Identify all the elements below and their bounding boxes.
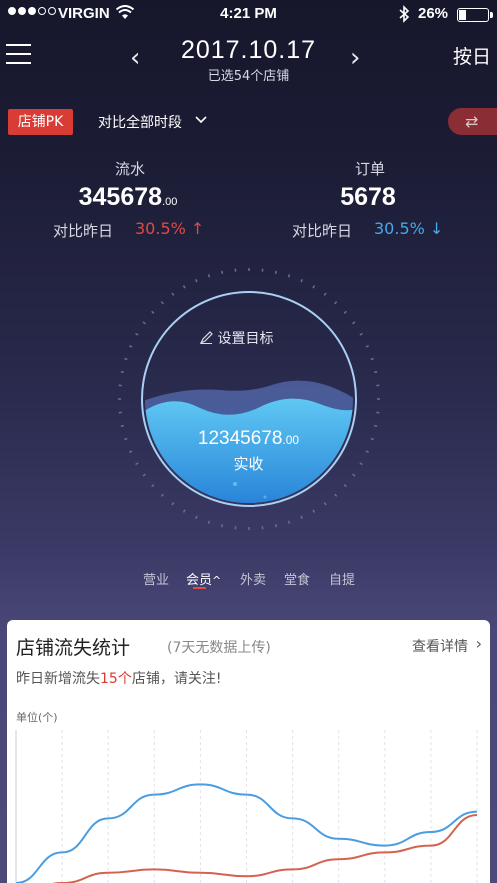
gauge-tick (312, 509, 316, 513)
gauge-tick (142, 321, 146, 325)
gauge-tick (287, 520, 291, 524)
actual-revenue-label: 实收 (233, 455, 264, 473)
chart-series-line-1 (52, 814, 478, 883)
battery-tip (490, 12, 493, 18)
gauge-tick (370, 437, 374, 441)
gauge-tick (171, 502, 175, 506)
gauge-tick (195, 515, 198, 519)
flow-value: 345678.00 (78, 183, 178, 211)
gauge-tick (300, 515, 303, 519)
gauge-tick (300, 279, 303, 283)
gauge-tick (124, 437, 128, 441)
target-gauge[interactable] (100, 262, 400, 562)
gauge-tick (182, 285, 186, 289)
gauge-tick (365, 345, 369, 348)
gauge-tick (274, 270, 277, 274)
gauge-tick (352, 473, 356, 477)
gauge-tick (359, 332, 363, 336)
gauge-tick (207, 520, 211, 524)
gauge-tick (171, 292, 175, 296)
gauge-tick (359, 462, 363, 466)
active-tab-indicator (193, 587, 206, 589)
gauge-tick (207, 274, 211, 278)
gauge-tick (142, 473, 146, 477)
arrow-down-icon: ↓ (429, 219, 444, 238)
store-pk-button[interactable]: 店铺PK (8, 109, 73, 135)
gauge-tick (120, 371, 124, 374)
chevron-up-icon: ^ (212, 574, 222, 587)
gauge-tick (365, 450, 369, 453)
by-day-button[interactable]: 按日 (453, 42, 491, 69)
gauge-tick (151, 484, 155, 488)
gauge-tick (160, 301, 164, 305)
compare-period-dropdown[interactable]: 对比全部时段 (98, 112, 182, 132)
gauge-tick (334, 493, 338, 497)
card-note: (7天无数据上传) (167, 640, 271, 656)
gauge-tick (323, 502, 327, 506)
loss-alert-text: 昨日新增流失15个店铺，请关注! (16, 671, 222, 687)
gauge-tick (135, 332, 139, 336)
gauge-tick (151, 310, 155, 314)
gauge-tick (312, 285, 316, 289)
actual-revenue-value: 12345678.00 (197, 428, 300, 449)
battery-icon (457, 8, 489, 22)
gauge-tick (374, 371, 378, 374)
gauge-tick (129, 345, 133, 348)
page-date-title[interactable]: 2017.10.17 (0, 36, 497, 65)
gauge-tick (129, 450, 133, 453)
gauge-tick (323, 292, 327, 296)
tab-takeout[interactable]: 外卖 (240, 569, 266, 588)
selected-stores-label: 已选54个店铺 (207, 69, 290, 84)
gauge-tick (135, 462, 139, 466)
tab-dine-in[interactable]: 堂食 (284, 569, 310, 588)
swap-arrows-icon[interactable]: ⇄ (448, 108, 497, 135)
gauge-tick (287, 274, 291, 278)
gauge-tick (352, 321, 356, 325)
gauge-tick (343, 484, 347, 488)
gauge-tick (120, 424, 124, 427)
card-title: 店铺流失统计 (16, 637, 131, 659)
tab-member[interactable]: 会员^ (186, 569, 221, 588)
gauge-tick (221, 524, 224, 528)
gauge-tick (370, 357, 374, 361)
flow-compare-label: 对比昨日 (53, 222, 114, 240)
orders-value: 5678 (340, 183, 396, 211)
gauge-tick (274, 524, 277, 528)
set-goal-button[interactable]: 设置目标 (199, 328, 273, 348)
gauge-tick (195, 279, 198, 283)
bluetooth-icon (398, 5, 410, 27)
chevron-right-icon[interactable]: › (476, 634, 482, 653)
store-loss-card: 店铺流失统计 (7天无数据上传) 查看详情 › 昨日新增流失15个店铺，请关注!… (7, 620, 490, 883)
gauge-tick (334, 301, 338, 305)
gauge-tick (182, 509, 186, 513)
tab-pickup[interactable]: 自提 (329, 569, 355, 588)
gauge-tick (160, 493, 164, 497)
battery-percent: 26% (418, 5, 449, 22)
gauge-tick (124, 357, 128, 361)
pencil-icon (199, 331, 217, 347)
orders-label: 订单 (354, 160, 385, 178)
view-details-link[interactable]: 查看详情 (412, 636, 468, 656)
gauge-tick (343, 310, 347, 314)
flow-label: 流水 (114, 160, 145, 178)
flow-change-pct: 30.5% ↑ (135, 219, 205, 238)
chevron-down-icon[interactable] (195, 112, 207, 129)
orders-change-pct: 30.5% ↓ (374, 219, 444, 238)
arrow-up-icon: ↑ (190, 219, 205, 238)
status-bar: VIRGIN 4:21 PM 26% (0, 0, 497, 30)
store-loss-chart (15, 730, 478, 883)
gauge-tick (374, 424, 378, 427)
tab-business[interactable]: 营业 (143, 569, 169, 588)
gauge-tick (221, 270, 224, 274)
orders-compare-label: 对比昨日 (292, 222, 353, 240)
loss-count: 15个 (100, 671, 132, 687)
